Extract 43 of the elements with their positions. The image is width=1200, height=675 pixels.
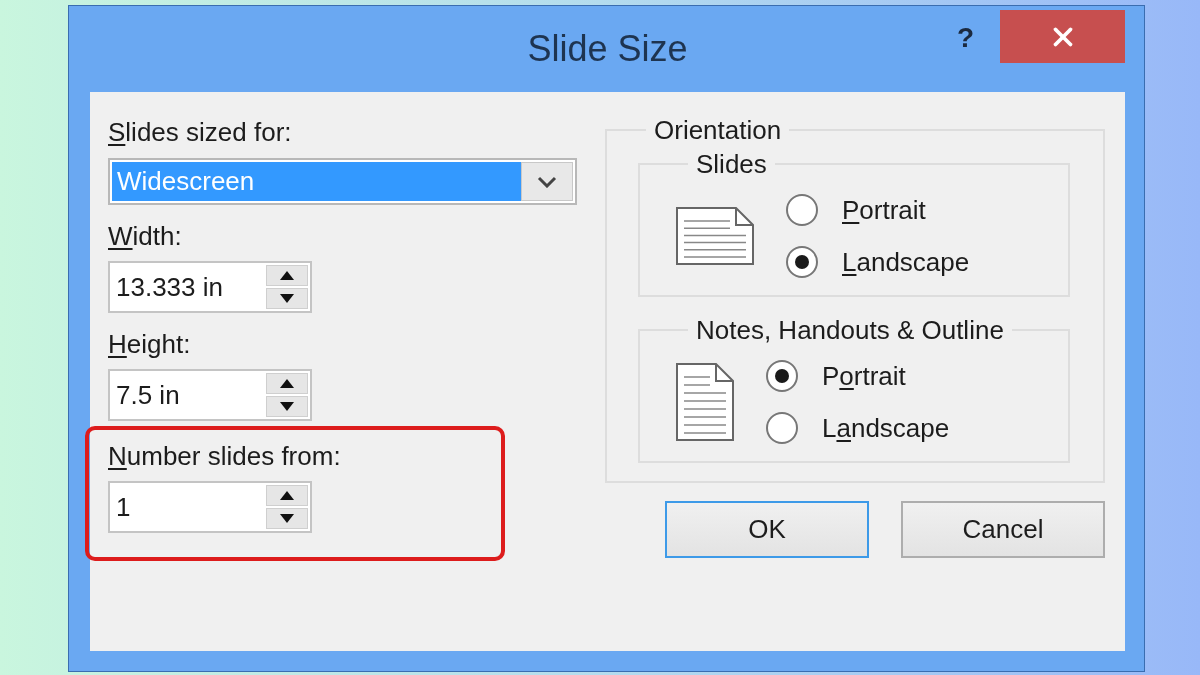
- radio-label: Landscape: [822, 412, 950, 445]
- spin-up-button[interactable]: [266, 485, 308, 506]
- up-triangle-icon: [280, 379, 294, 388]
- group-title: Notes, Handouts & Outline: [695, 315, 1005, 345]
- field-value: 13.333 in: [115, 271, 224, 304]
- window-title: Slide Size: [527, 28, 688, 70]
- up-triangle-icon: [280, 271, 294, 280]
- landscape-page-icon: [676, 207, 754, 265]
- portrait-page-icon: [676, 363, 734, 441]
- radio-label: Portrait: [842, 194, 926, 227]
- up-triangle-icon: [280, 491, 294, 500]
- dropdown-value: Widescreen: [112, 162, 521, 201]
- spin-down-button[interactable]: [266, 396, 308, 417]
- radio-button[interactable]: [786, 194, 818, 226]
- chevron-down-icon: [537, 175, 557, 188]
- close-button[interactable]: [1000, 10, 1125, 63]
- field-label: Slides sized for:: [108, 116, 292, 149]
- spin-field[interactable]: 1: [108, 481, 312, 533]
- group-title: Orientation: [653, 115, 783, 145]
- field-label: Height:: [108, 328, 191, 361]
- field-label: Width:: [108, 220, 182, 253]
- down-triangle-icon: [280, 514, 294, 523]
- help-button[interactable]: ?: [952, 22, 978, 54]
- radio-label: Portrait: [822, 360, 906, 393]
- field-value: 1: [115, 491, 132, 524]
- field-value: 7.5 in: [115, 379, 181, 412]
- radio-button[interactable]: [766, 360, 798, 392]
- dialog-button[interactable]: Cancel: [901, 501, 1105, 558]
- dialog-button[interactable]: OK: [665, 501, 869, 558]
- spin-field[interactable]: 13.333 in: [108, 261, 312, 313]
- radio-label: Landscape: [842, 246, 970, 279]
- down-triangle-icon: [280, 294, 294, 303]
- group-title: Slides: [695, 149, 768, 179]
- down-triangle-icon: [280, 402, 294, 411]
- radio-button[interactable]: [766, 412, 798, 444]
- spin-up-button[interactable]: [266, 265, 308, 286]
- spin-down-button[interactable]: [266, 288, 308, 309]
- spin-field[interactable]: 7.5 in: [108, 369, 312, 421]
- dropdown-button[interactable]: [521, 162, 573, 201]
- spin-up-button[interactable]: [266, 373, 308, 394]
- radio-button[interactable]: [786, 246, 818, 278]
- spin-down-button[interactable]: [266, 508, 308, 529]
- field-label: Number slides from:: [108, 440, 341, 473]
